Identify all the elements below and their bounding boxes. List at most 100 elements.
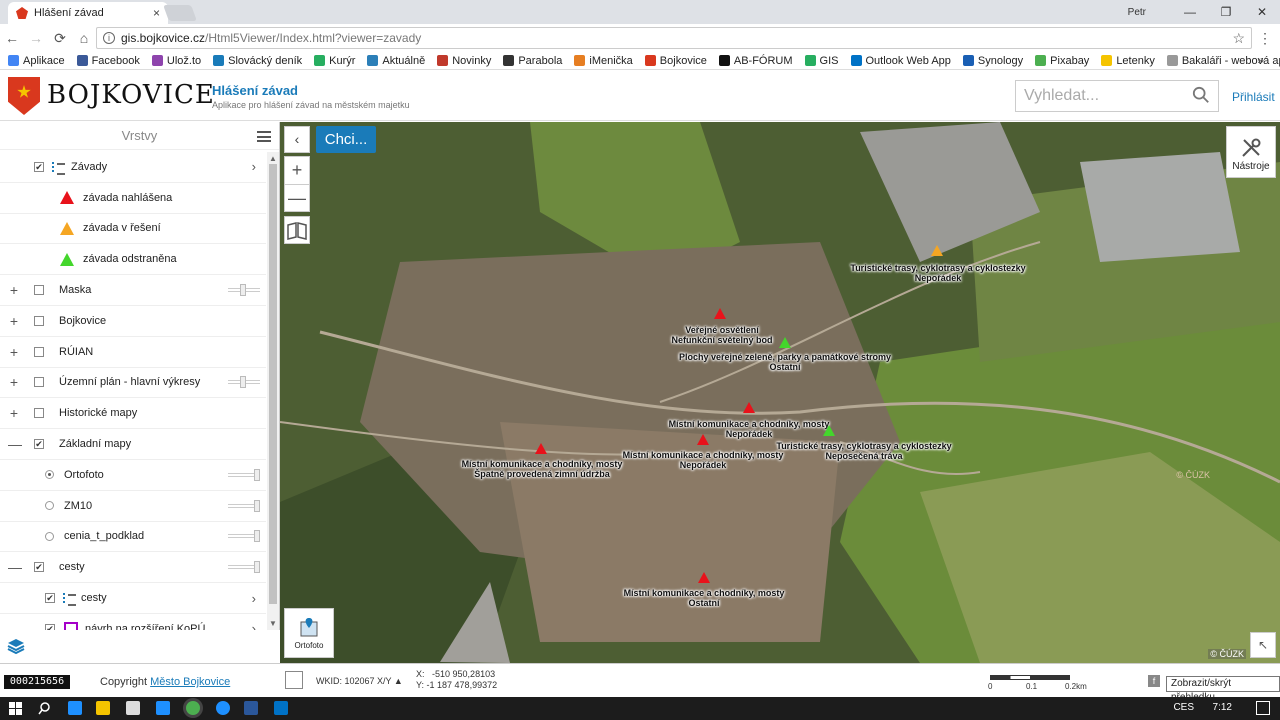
bookmark-item[interactable]: Pixabay — [1035, 55, 1089, 67]
basemap-switch-button[interactable]: Ortofoto — [284, 608, 334, 658]
search-taskbar-icon[interactable] — [38, 702, 51, 715]
layer-row[interactable]: závada odstraněna — [0, 244, 266, 276]
incident-label[interactable]: Veřejné osvětlení Nefunkční světelný bod — [671, 325, 772, 345]
taskbar-clock[interactable]: 7:12 — [1213, 702, 1232, 713]
scroll-up-icon[interactable]: ▲ — [269, 154, 277, 163]
zoom-out-button[interactable]: — — [285, 184, 309, 211]
layer-checkbox[interactable]: ✔ — [45, 593, 55, 604]
edge-taskbar-icon[interactable] — [68, 701, 82, 715]
bookmark-item[interactable]: Ulož.to — [151, 55, 201, 67]
tab-close-icon[interactable]: × — [153, 6, 160, 20]
bookmarks-overflow-button[interactable]: » — [1257, 53, 1264, 67]
chevron-right-icon[interactable]: › — [252, 591, 256, 606]
layer-row[interactable]: + Územní plán - hlavní výkresy — [0, 368, 266, 399]
incident-marker[interactable] — [535, 443, 547, 454]
layer-checkbox[interactable]: ✔ — [34, 439, 44, 450]
opacity-slider[interactable] — [228, 530, 260, 543]
layer-row[interactable]: + Bojkovice — [0, 306, 266, 337]
layer-list-scrollbar[interactable]: ▲ ▼ — [267, 152, 279, 630]
bookmark-star-icon[interactable]: ☆ — [1232, 30, 1245, 47]
chci-button[interactable]: Chci... — [316, 126, 376, 153]
bookmark-item[interactable]: Outlook Web App — [850, 55, 951, 67]
profile-name[interactable]: Petr — [1128, 7, 1146, 18]
incident-label[interactable]: Místní komunikace a chodníky, mosty Špatn… — [462, 459, 623, 479]
collapse-panel-button[interactable]: ‹ — [284, 126, 310, 153]
hamburger-menu-icon[interactable] — [257, 131, 271, 142]
incident-label[interactable]: Plochy veřejné zeleně, parky a památkové… — [679, 352, 891, 372]
layer-row[interactable]: + Maska — [0, 275, 266, 306]
ie-icon[interactable] — [156, 701, 170, 715]
layer-checkbox[interactable] — [34, 377, 44, 388]
layer-checkbox[interactable]: ✔ — [34, 161, 44, 172]
facebook-icon[interactable]: f — [1148, 675, 1160, 687]
incident-marker[interactable] — [698, 572, 710, 583]
address-bar[interactable]: i gis.bojkovice.cz /Html5Viewer/Index.ht… — [96, 27, 1252, 49]
incident-label[interactable]: Turistické trasy, cyklotrasy a cyklostez… — [850, 263, 1025, 283]
bojkovice-coat-of-arms-icon[interactable] — [8, 77, 40, 115]
map-view[interactable]: ‹ Chci... + — Nástroje © ČÚZK Veřejné os… — [280, 122, 1280, 663]
layer-checkbox[interactable] — [34, 408, 44, 419]
expand-toggle-icon[interactable]: — — [8, 436, 22, 452]
expand-toggle-icon[interactable]: — — [8, 559, 22, 575]
layer-checkbox[interactable] — [34, 285, 44, 296]
incident-label[interactable]: Místní komunikace a chodníky, mosty Nepoř… — [623, 450, 784, 470]
expand-toggle-icon[interactable]: + — [8, 405, 20, 421]
search-input[interactable]: Vyhledat... — [1015, 80, 1219, 112]
bookmark-item[interactable]: Facebook — [76, 55, 140, 67]
layer-row[interactable]: — ✔ Základní mapy — [0, 429, 266, 460]
layer-row[interactable]: ✔ › cesty — [0, 583, 266, 614]
bookmark-item[interactable]: AB-FÓRUM — [718, 55, 793, 67]
brand-name[interactable]: BOJKOVICE — [47, 80, 215, 110]
layer-row[interactable]: Ortofoto — [0, 460, 266, 491]
close-window-button[interactable]: ✕ — [1244, 5, 1280, 19]
bookmark-item[interactable]: GIS — [804, 55, 839, 67]
scroll-down-icon[interactable]: ▼ — [269, 619, 277, 628]
opacity-slider[interactable] — [228, 376, 260, 389]
bookmark-item[interactable]: Letenky — [1101, 55, 1155, 67]
incident-label[interactable]: Turistické trasy, cyklotrasy a cyklostez… — [776, 441, 951, 461]
reload-button[interactable]: ⟳ — [48, 30, 72, 47]
bookmark-item[interactable]: iMenička — [574, 55, 633, 67]
slider-knob[interactable] — [240, 284, 246, 297]
copyright-link[interactable]: Město Bojkovice — [150, 676, 230, 688]
notifications-icon[interactable] — [1256, 701, 1270, 715]
basemap-radio[interactable] — [45, 531, 54, 541]
incident-marker[interactable] — [714, 308, 726, 319]
new-tab-button[interactable] — [163, 5, 197, 21]
layer-row[interactable]: závada nahlášena — [0, 183, 266, 214]
bookmark-item[interactable]: Bojkovice — [644, 55, 707, 67]
layer-row[interactable]: ✔ › návrh na rozšíření KoPÚ — [0, 614, 266, 630]
slider-knob[interactable] — [254, 530, 260, 543]
browser-menu-icon[interactable]: ⋮ — [1258, 30, 1272, 47]
browser-tab[interactable]: Hlášení závad × — [8, 2, 168, 24]
bookmark-item[interactable]: Parabola — [503, 55, 562, 67]
minimize-button[interactable]: — — [1172, 5, 1208, 19]
search-icon[interactable] — [1192, 86, 1210, 104]
bookmark-item[interactable]: Aktuálně — [367, 55, 425, 67]
scrollbar-thumb[interactable] — [269, 164, 277, 604]
store-icon[interactable] — [126, 701, 140, 715]
back-button[interactable]: ← — [0, 30, 24, 46]
layer-row[interactable]: + RÚIAN — [0, 337, 266, 368]
bookmark-item[interactable]: Novinky — [437, 55, 491, 67]
opacity-slider[interactable] — [228, 561, 260, 574]
bookmark-item[interactable]: Slovácký deník — [213, 55, 302, 67]
incident-marker[interactable] — [779, 337, 791, 348]
incident-marker[interactable] — [931, 245, 943, 256]
wkid-label[interactable]: WKID: 102067 X/Y ▲ — [316, 676, 403, 686]
basemap-radio[interactable] — [45, 501, 54, 511]
basemap-radio[interactable] — [45, 470, 54, 480]
outlook-icon[interactable] — [274, 701, 288, 715]
incident-label[interactable]: Místní komunikace a chodníky, mosty Ostat… — [624, 588, 785, 608]
layer-row[interactable]: ZM10 — [0, 491, 266, 522]
expand-toggle-icon[interactable]: + — [8, 282, 20, 298]
home-button[interactable]: ⌂ — [72, 30, 96, 46]
expand-toggle-icon[interactable]: + — [8, 374, 20, 390]
layer-row[interactable]: — ✔ cesty — [0, 552, 266, 584]
incident-marker[interactable] — [743, 402, 755, 413]
slider-knob[interactable] — [254, 499, 260, 512]
zoom-in-button[interactable]: + — [285, 157, 309, 184]
expand-toggle-icon[interactable]: + — [8, 313, 20, 329]
restore-button[interactable]: ❐ — [1208, 5, 1244, 19]
bookmark-item[interactable]: Kurýr — [314, 55, 355, 67]
